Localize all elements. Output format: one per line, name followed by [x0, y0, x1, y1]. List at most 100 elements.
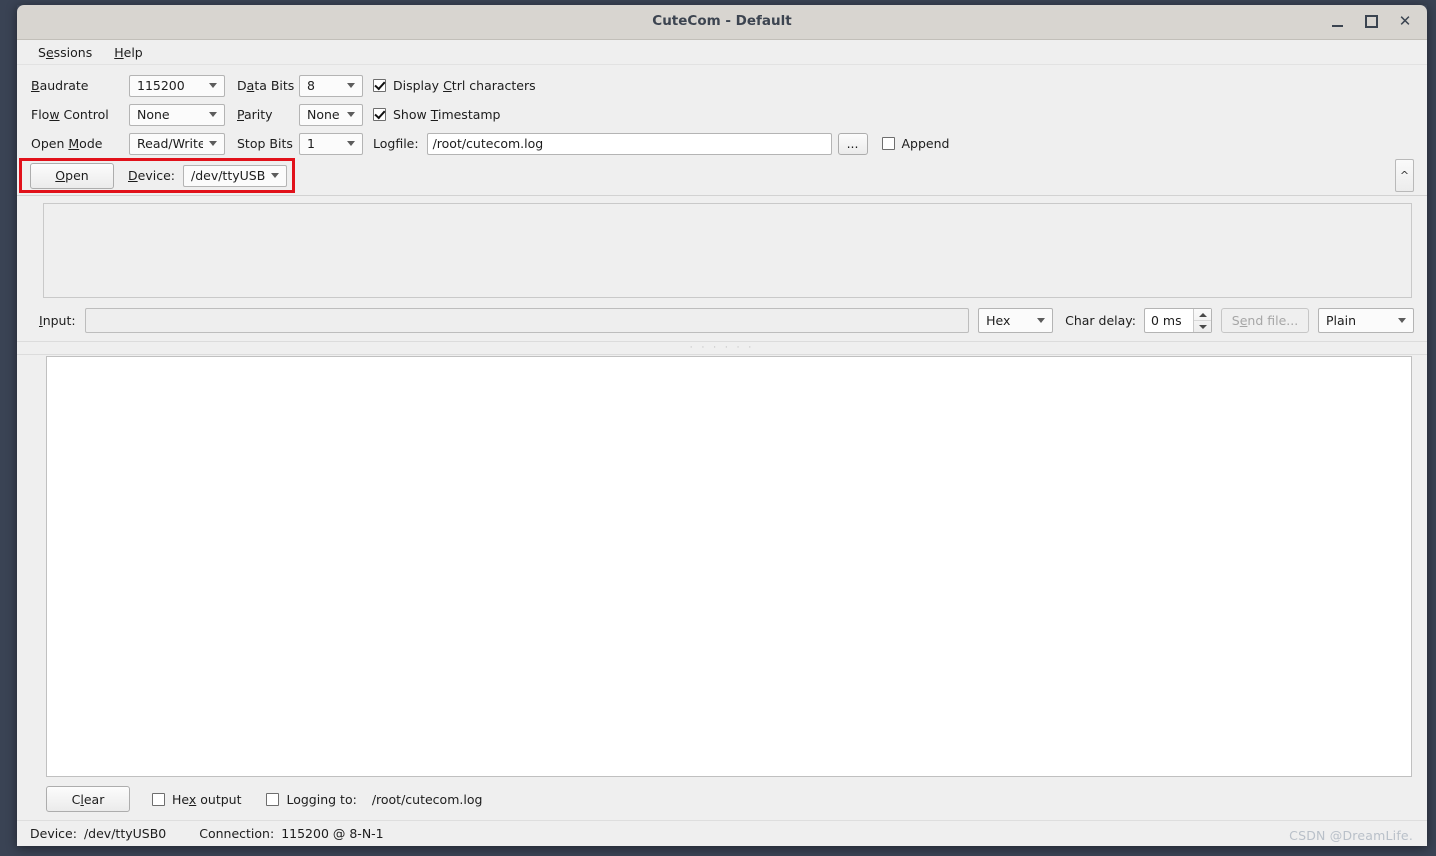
cutecom-window: CuteCom - Default ✕ Sessions Help Baudra… [17, 5, 1427, 846]
maximize-button[interactable] [1355, 9, 1387, 35]
input-field[interactable] [84, 308, 970, 333]
baudrate-select[interactable]: 115200 [129, 74, 225, 97]
parity-value: None [307, 107, 340, 122]
settings-row-openmode: Open Mode Read/Write Stop Bits 1 Logfile… [31, 129, 1427, 158]
show-timestamp-checkbox[interactable]: Show Timestamp [373, 107, 501, 122]
open-button[interactable]: Open [30, 162, 114, 189]
databits-value: 8 [307, 78, 315, 93]
device-select[interactable]: /dev/ttyUSB0 [182, 164, 287, 187]
caret-up-icon: ^ [1399, 169, 1410, 182]
serial-output-area[interactable] [46, 356, 1412, 777]
device-label: Device: [128, 168, 175, 183]
flowcontrol-value: None [137, 107, 170, 122]
openmode-value: Read/Write [137, 136, 203, 151]
append-checkbox[interactable]: Append [881, 136, 950, 151]
chevron-down-icon [347, 141, 355, 146]
flowcontrol-label: Flow Control [31, 107, 109, 122]
input-format-value: Hex [986, 313, 1011, 328]
char-delay-value: 0 ms [1151, 313, 1182, 328]
open-button-label: Open [55, 168, 89, 183]
chevron-down-icon [209, 83, 217, 88]
menubar: Sessions Help [17, 40, 1427, 65]
display-ctrl-label: Display Ctrl characters [393, 78, 536, 93]
status-device-value: /dev/ttyUSB0 [83, 826, 167, 841]
send-file-label: Send file... [1231, 313, 1299, 328]
databits-select[interactable]: 8 [299, 74, 363, 97]
append-label: Append [901, 136, 950, 151]
settings-panel: Baudrate 115200 Data Bits 8 Display Ctrl… [17, 65, 1427, 158]
checkbox-icon [152, 792, 165, 806]
stopbits-select[interactable]: 1 [299, 132, 363, 155]
settings-row-flowcontrol: Flow Control None Parity None Show Times… [31, 100, 1427, 129]
input-row: Input: Hex Char delay: 0 ms Send file... [17, 298, 1427, 341]
chevron-down-icon [1398, 318, 1406, 323]
openmode-select[interactable]: Read/Write [129, 132, 225, 155]
caret-down-icon [1198, 324, 1207, 329]
window-title: CuteCom - Default [652, 13, 792, 29]
spinner-buttons [1193, 309, 1211, 332]
checkbox-icon [373, 108, 386, 121]
pane-splitter[interactable]: · · · · · · [17, 341, 1427, 355]
logfile-label: Logfile: [373, 136, 419, 151]
collapse-settings-button[interactable]: ^ [1395, 159, 1414, 192]
parity-label: Parity [237, 107, 273, 122]
checkbox-icon [881, 137, 895, 150]
close-icon: ✕ [1398, 12, 1412, 30]
divider [17, 195, 1427, 196]
status-device-label: Device: [30, 826, 77, 841]
status-connection-label: Connection: [199, 826, 275, 841]
watermark: CSDN @DreamLife. [1289, 828, 1413, 843]
checkbox-icon [266, 792, 280, 806]
hex-output-checkbox[interactable]: Hex output [152, 792, 241, 807]
logging-to-label: Logging to: [286, 791, 357, 807]
char-delay-label: Char delay: [1065, 313, 1136, 328]
chevron-down-icon [209, 112, 217, 117]
logging-path-value: /root/cutecom.log [371, 791, 483, 807]
splitter-grip-icon: · · · · · · [689, 342, 755, 353]
input-label: Input: [39, 313, 76, 328]
stopbits-value: 1 [307, 136, 315, 151]
logfile-browse-button[interactable]: ... [837, 132, 868, 155]
spinner-down-button[interactable] [1194, 320, 1211, 332]
char-delay-spinbox[interactable]: 0 ms [1144, 308, 1212, 333]
statusbar: Device: /dev/ttyUSB0 Connection: 115200 … [17, 820, 1427, 846]
send-file-button[interactable]: Send file... [1221, 308, 1309, 333]
clear-button-label: Clear [71, 791, 105, 807]
caret-up-icon [1198, 312, 1207, 317]
menu-help[interactable]: Help [103, 42, 154, 63]
upper-output-pane [43, 203, 1412, 298]
display-ctrl-checkbox[interactable]: Display Ctrl characters [373, 78, 536, 93]
baudrate-label: Baudrate [31, 78, 89, 93]
minimize-button[interactable] [1321, 9, 1353, 35]
parity-select[interactable]: None [299, 103, 363, 126]
chevron-down-icon [347, 112, 355, 117]
line-end-value: Plain [1326, 313, 1357, 328]
status-connection-value: 115200 @ 8-N-1 [281, 826, 384, 841]
chevron-down-icon [347, 83, 355, 88]
device-value: /dev/ttyUSB0 [190, 168, 265, 183]
logfile-input[interactable]: /root/cutecom.log [426, 132, 832, 155]
input-format-select[interactable]: Hex [978, 308, 1054, 333]
logging-to-checkbox[interactable]: Logging to: [266, 791, 357, 807]
flowcontrol-select[interactable]: None [129, 103, 225, 126]
connection-controls: Open Device: /dev/ttyUSB0 [17, 158, 287, 193]
databits-label: Data Bits [237, 78, 295, 93]
chevron-down-icon [270, 173, 279, 178]
checkbox-icon [373, 79, 386, 92]
minimize-icon [1331, 24, 1343, 27]
spinner-up-button[interactable] [1194, 309, 1211, 320]
bottom-controls: Clear Hex output Logging to: /root/cutec… [17, 777, 1427, 820]
menu-sessions[interactable]: Sessions [27, 42, 103, 63]
settings-row-baudrate: Baudrate 115200 Data Bits 8 Display Ctrl… [31, 71, 1427, 100]
window-body: Baudrate 115200 Data Bits 8 Display Ctrl… [17, 65, 1427, 846]
titlebar: CuteCom - Default ✕ [17, 5, 1427, 40]
connection-row: Open Device: /dev/ttyUSB0 ^ [17, 158, 1427, 196]
openmode-label: Open Mode [31, 136, 103, 151]
show-timestamp-label: Show Timestamp [393, 107, 501, 122]
clear-button[interactable]: Clear [46, 786, 130, 812]
baudrate-value: 115200 [137, 78, 185, 93]
close-button[interactable]: ✕ [1389, 9, 1421, 35]
chevron-down-icon [1037, 318, 1046, 323]
maximize-icon [1364, 15, 1378, 28]
line-end-select[interactable]: Plain [1318, 308, 1414, 333]
